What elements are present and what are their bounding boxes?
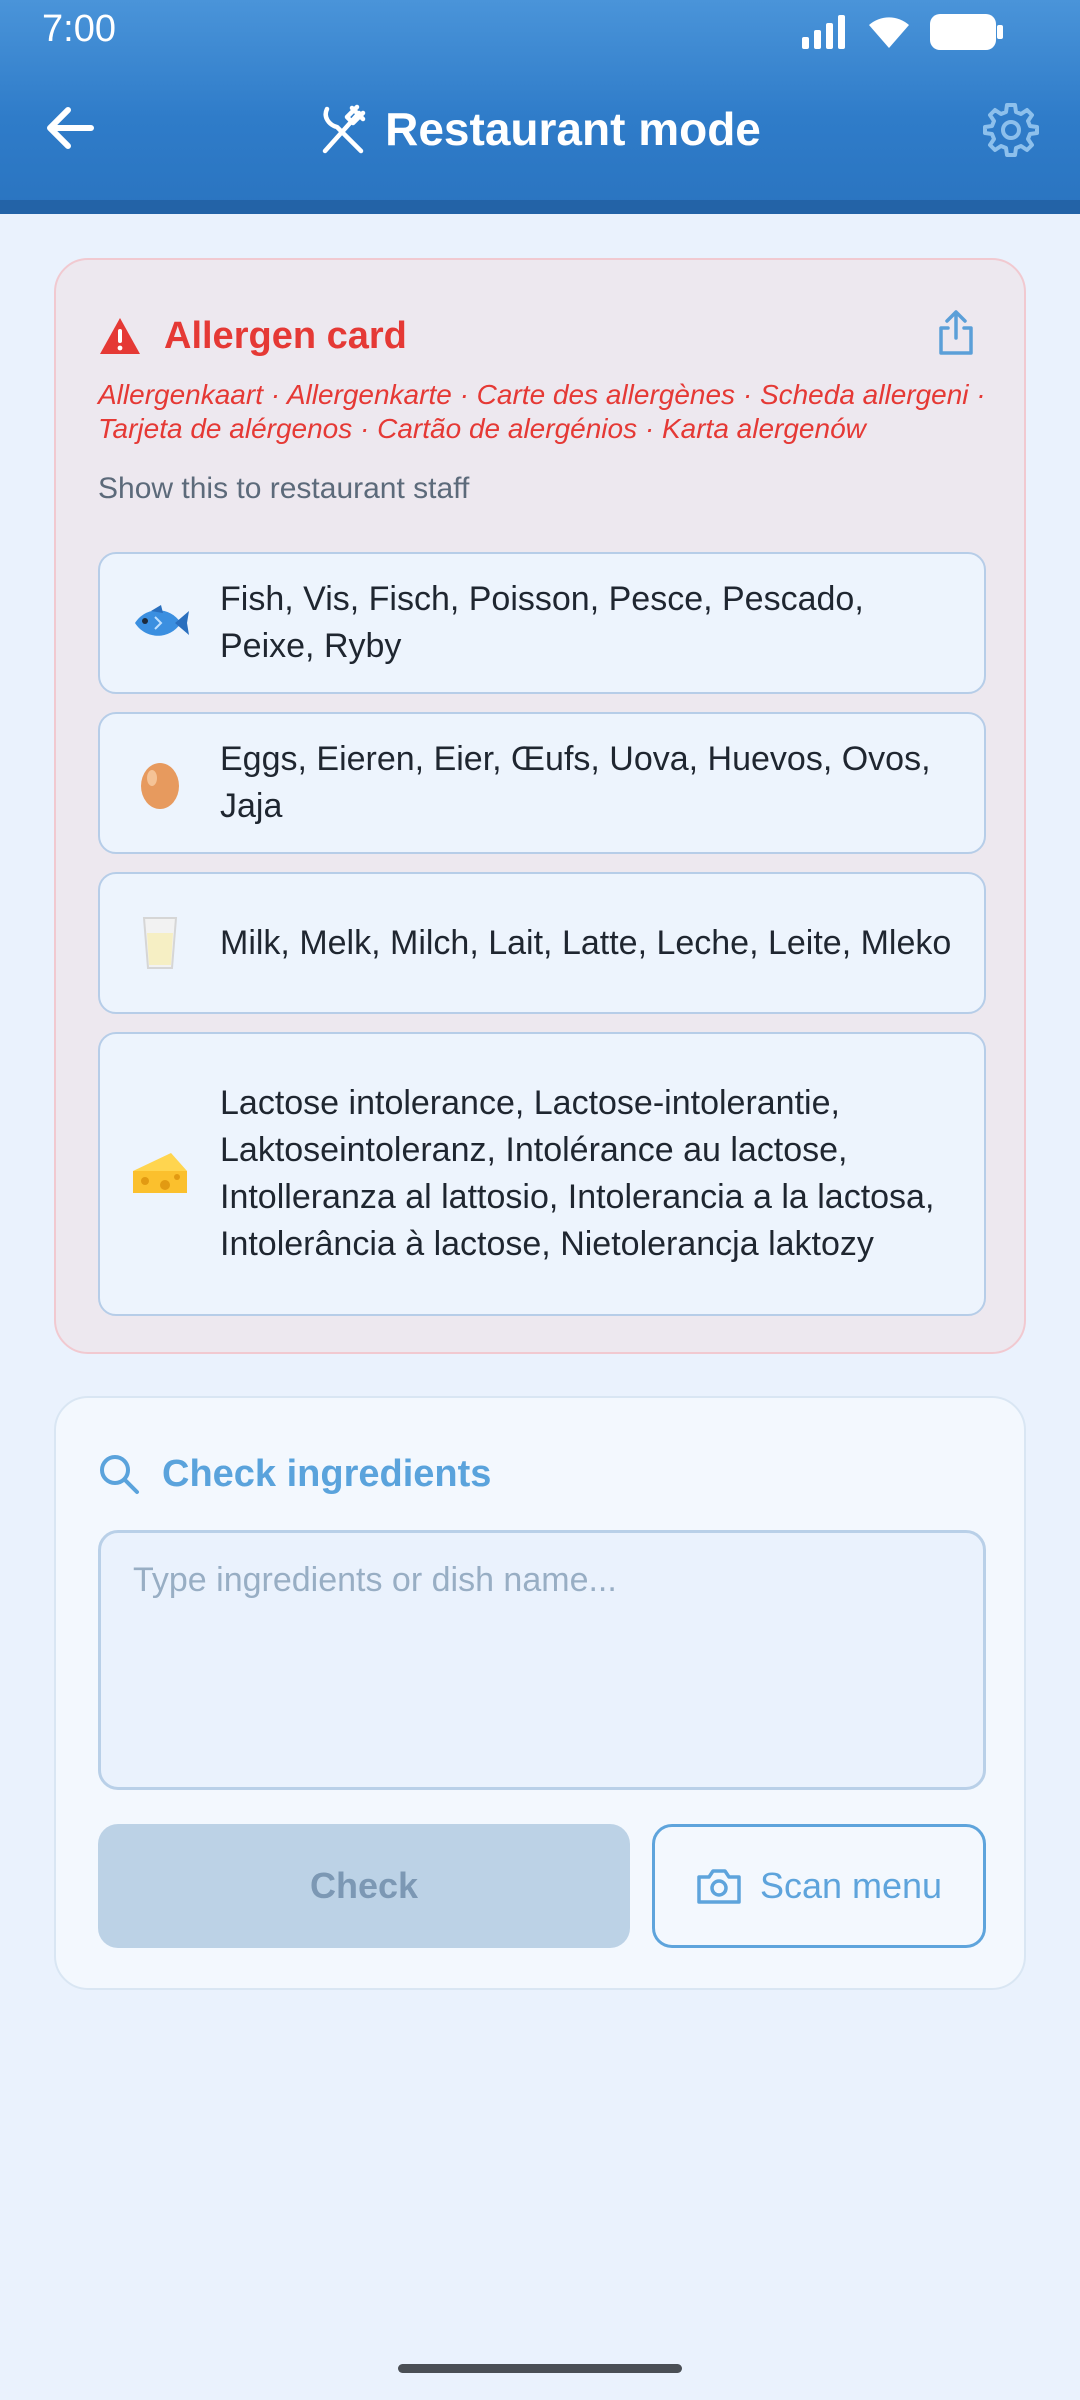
signal-icon bbox=[802, 15, 845, 49]
wifi-icon bbox=[869, 17, 909, 48]
allergen-item-fish: Fish, Vis, Fisch, Poisson, Pesce, Pescad… bbox=[98, 552, 986, 694]
allergen-item-lactose: Lactose intolerance, Lactose-intoleranti… bbox=[98, 1032, 986, 1316]
share-button[interactable] bbox=[926, 302, 986, 362]
search-icon bbox=[100, 1455, 139, 1494]
allergen-item-eggs: Eggs, Eieren, Eier, Œufs, Uova, Huevos, … bbox=[98, 712, 986, 854]
check-ingredients-title: Check ingredients bbox=[162, 1452, 492, 1495]
app-bar-shadow bbox=[0, 200, 1080, 214]
allergen-text: Milk, Melk, Milch, Lait, Latte, Leche, L… bbox=[220, 923, 952, 962]
allergen-text: Fish, Vis, Fisch, Poisson, Pesce, Pescad… bbox=[220, 580, 864, 665]
check-ingredients-header: Check ingredients bbox=[98, 1444, 491, 1504]
milk-glass-icon bbox=[100, 915, 220, 971]
status-bar: 7:00 bbox=[0, 0, 1080, 62]
status-icons bbox=[802, 12, 1004, 52]
fork-knife-icon bbox=[322, 104, 366, 154]
home-indicator[interactable] bbox=[398, 2364, 682, 2373]
ingredients-input[interactable] bbox=[98, 1530, 986, 1790]
fish-icon bbox=[100, 603, 220, 643]
warning-icon bbox=[100, 318, 140, 354]
cheese-icon bbox=[100, 1151, 220, 1197]
check-button[interactable]: Check bbox=[98, 1824, 630, 1948]
share-icon bbox=[939, 310, 973, 355]
egg-icon bbox=[100, 756, 220, 810]
page-title: Restaurant mode bbox=[385, 103, 761, 155]
allergen-item-milk: Milk, Melk, Milch, Lait, Latte, Leche, L… bbox=[98, 872, 986, 1014]
allergen-card-header: Allergen card bbox=[98, 306, 407, 366]
header-title: Restaurant mode bbox=[0, 96, 1080, 162]
allergen-text: Eggs, Eieren, Eier, Œufs, Uova, Huevos, … bbox=[220, 740, 931, 825]
staff-instruction: Show this to restaurant staff bbox=[98, 472, 470, 505]
check-ingredients-card: Check ingredients Check Scan menu bbox=[54, 1396, 1026, 1990]
scan-menu-button[interactable]: Scan menu bbox=[652, 1824, 986, 1948]
status-time: 7:00 bbox=[42, 8, 116, 50]
allergen-card-title: Allergen card bbox=[164, 314, 407, 357]
allergen-card: Allergen card Allergenkaart · Allergenka… bbox=[54, 258, 1026, 1354]
settings-button[interactable] bbox=[980, 98, 1042, 160]
gear-icon bbox=[983, 103, 1039, 157]
allergen-card-translations: Allergenkaart · Allergenkarte · Carte de… bbox=[98, 379, 986, 444]
allergen-text: Lactose intolerance, Lactose-intoleranti… bbox=[220, 1084, 935, 1263]
camera-icon bbox=[697, 1869, 741, 1904]
scan-menu-label: Scan menu bbox=[759, 1865, 943, 1906]
battery-icon bbox=[930, 14, 1003, 50]
